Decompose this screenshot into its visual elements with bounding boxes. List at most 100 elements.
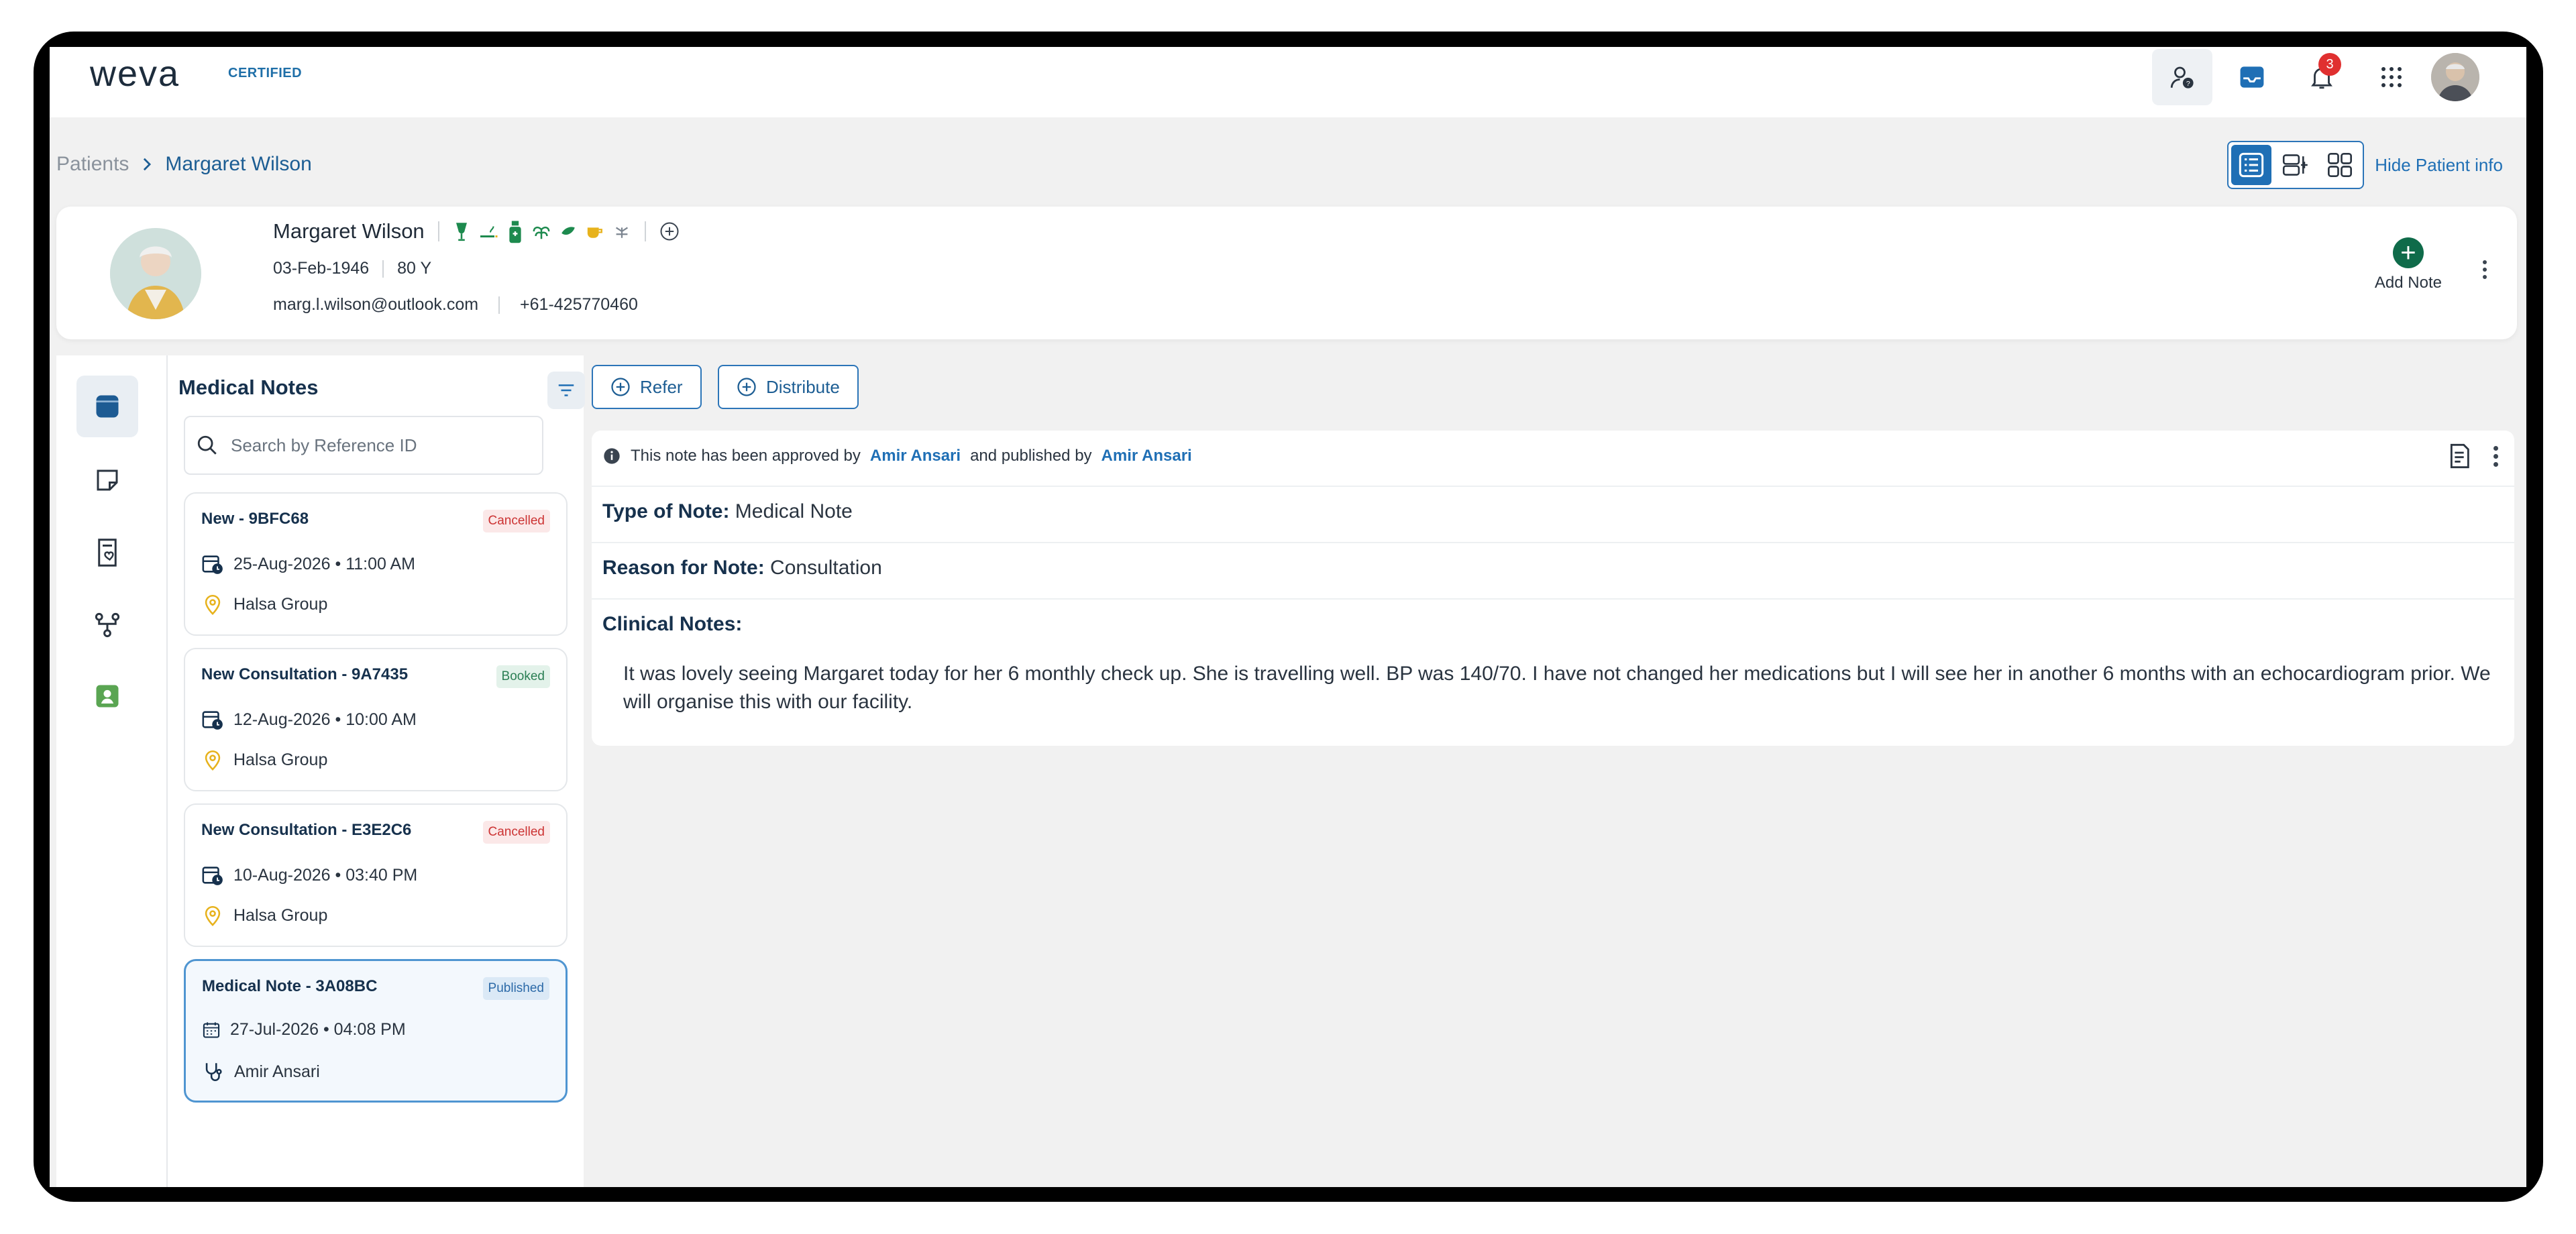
clinical-notes-heading: Clinical Notes: — [602, 613, 742, 636]
note-datetime-row: 10-Aug-2026 • 03:40 PM — [201, 864, 417, 887]
patient-phone[interactable]: +61-425770460 — [520, 295, 638, 315]
svg-text:?: ? — [2186, 80, 2190, 88]
filter-button[interactable] — [547, 372, 585, 409]
user-avatar-image — [2431, 53, 2479, 101]
approver-name[interactable]: Amir Ansari — [870, 447, 961, 465]
left-icon-rail — [56, 355, 168, 1187]
patient-email[interactable]: marg.l.wilson@outlook.com — [273, 295, 478, 315]
search-input[interactable] — [231, 435, 526, 456]
patient-contact: marg.l.wilson@outlook.com +61-425770460 — [273, 295, 638, 315]
note-card[interactable]: New - 9BFC68 Cancelled 25-Aug-2026 • 11:… — [184, 492, 568, 636]
coffee-icon[interactable] — [586, 221, 604, 242]
split-view-button[interactable] — [2275, 145, 2316, 185]
add-note-button[interactable]: + Add Note — [2375, 237, 2442, 292]
approval-banner: This note has been approved by Amir Ansa… — [602, 447, 1192, 465]
calendar-icon — [203, 1021, 220, 1038]
note-location-row: Halsa Group — [201, 593, 327, 616]
patient-name: Margaret Wilson — [273, 219, 425, 243]
notifications-button[interactable]: 3 — [2292, 49, 2352, 105]
location-pin-icon — [205, 905, 221, 926]
medical-notes-title: Medical Notes — [178, 376, 319, 399]
pill-bottle-icon[interactable] — [506, 219, 524, 244]
leaf-icon[interactable] — [532, 221, 551, 242]
breadcrumb: Patients Margaret Wilson — [56, 153, 312, 176]
type-of-note-field: Type of Note: Medical Note — [602, 500, 853, 523]
note-card-selected[interactable]: Medical Note - 3A08BC Published 27-Jul-2… — [184, 959, 568, 1103]
apps-menu-button[interactable] — [2361, 49, 2422, 105]
help-icon: ? — [2170, 66, 2194, 89]
rail-documents-button[interactable] — [76, 522, 138, 583]
referral-icon — [95, 612, 120, 638]
status-badge: Booked — [496, 665, 550, 688]
user-avatar[interactable] — [2431, 53, 2479, 101]
note-actions — [2448, 443, 2498, 469]
reason-label: Reason for Note: — [602, 557, 765, 579]
rail-referrals-button[interactable] — [76, 594, 138, 656]
clinical-label: Clinical Notes: — [602, 613, 743, 635]
distribute-label: Distribute — [766, 376, 840, 397]
divider — [592, 486, 2514, 487]
split-view-icon — [2283, 154, 2308, 176]
divider — [592, 542, 2514, 543]
note-location-row: Halsa Group — [201, 748, 327, 771]
note-title: Medical Note - 3A08BC — [202, 977, 378, 995]
divider — [498, 296, 500, 314]
grid-view-button[interactable] — [2320, 145, 2360, 185]
approval-prefix: This note has been approved by — [631, 447, 861, 465]
weva-logo[interactable]: weva CERTIFIED — [90, 56, 302, 97]
notes-icon — [96, 395, 119, 418]
health-indicators — [453, 219, 631, 244]
add-indicator-icon[interactable] — [659, 221, 680, 241]
hide-patient-info-link[interactable]: Hide Patient info — [2375, 155, 2503, 176]
rail-patient-id-button[interactable] — [76, 665, 138, 727]
breadcrumb-current: Margaret Wilson — [165, 153, 312, 175]
patient-dob: 03-Feb-1946 — [273, 259, 370, 278]
capsule-icon[interactable] — [559, 221, 578, 242]
note-location: Halsa Group — [233, 905, 328, 925]
note-datetime: 10-Aug-2026 • 03:40 PM — [233, 865, 418, 885]
divider — [437, 221, 439, 241]
calendar-clock-icon — [202, 555, 223, 574]
filter-icon — [558, 384, 574, 396]
list-view-icon — [2239, 152, 2264, 178]
note-title: New - 9BFC68 — [201, 510, 309, 528]
publisher-name[interactable]: Amir Ansari — [1102, 447, 1192, 465]
top-header: weva CERTIFIED ? 3 — [50, 47, 2526, 117]
patient-demographics: 03-Feb-1946 80 Y — [273, 259, 431, 278]
note-title: New Consultation - E3E2C6 — [201, 821, 412, 839]
rail-notes-button[interactable] — [76, 376, 138, 437]
rail-sticky-notes-button[interactable] — [76, 449, 138, 511]
list-view-button[interactable] — [2231, 145, 2272, 185]
patient-summary-card: Margaret Wilson 03-Feb-1946 80 Y marg.l.… — [56, 207, 2517, 339]
note-card[interactable]: New Consultation - E3E2C6 Cancelled 10-A… — [184, 803, 568, 947]
note-more-menu[interactable] — [2493, 445, 2498, 467]
location-pin-icon — [205, 594, 221, 615]
location-pin-icon — [205, 750, 221, 771]
patient-more-menu[interactable] — [2483, 260, 2487, 279]
smoking-icon[interactable] — [478, 221, 498, 242]
refer-button[interactable]: Refer — [592, 365, 702, 409]
grid-view-icon — [2328, 153, 2353, 177]
reference-search — [184, 416, 543, 475]
cannabis-icon[interactable] — [612, 221, 631, 242]
doc-heart-icon — [98, 539, 117, 567]
inbox-icon — [2240, 66, 2264, 88]
inbox-button[interactable] — [2222, 49, 2282, 105]
note-practitioner: Amir Ansari — [234, 1062, 320, 1081]
distribute-button[interactable]: Distribute — [718, 365, 859, 409]
divider — [592, 598, 2514, 600]
help-support-button[interactable]: ? — [2152, 49, 2212, 105]
type-value: Medical Note — [735, 500, 853, 522]
header-actions: ? 3 — [2152, 49, 2479, 105]
sticky-note-icon — [97, 469, 118, 491]
note-datetime: 27-Jul-2026 • 04:08 PM — [230, 1020, 406, 1039]
note-card[interactable]: New Consultation - 9A7435 Booked 12-Aug-… — [184, 648, 568, 791]
search-icon — [197, 435, 217, 455]
alcohol-icon[interactable] — [453, 221, 470, 242]
note-datetime-row: 12-Aug-2026 • 10:00 AM — [201, 708, 417, 731]
approval-middle: and published by — [970, 447, 1092, 465]
breadcrumb-patients[interactable]: Patients — [56, 153, 129, 176]
view-toolbar: Hide Patient info — [2227, 141, 2503, 189]
document-icon[interactable] — [2448, 443, 2471, 469]
patient-name-row: Margaret Wilson — [273, 219, 680, 244]
